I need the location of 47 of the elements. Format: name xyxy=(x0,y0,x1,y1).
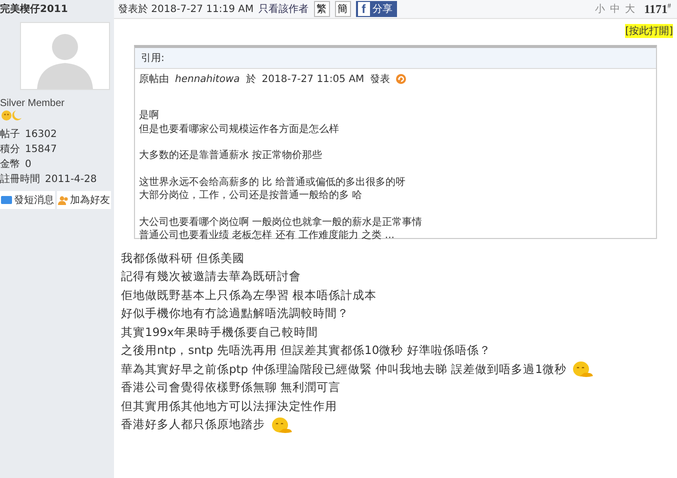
post-line: 但其實用係其他地方可以法揮決定性作用 xyxy=(121,398,337,414)
rank-badges-icon xyxy=(1,110,22,121)
post-line: 香港公司會覺得依樣野係無聊 無利潤可言 xyxy=(121,380,341,396)
quote-line: 是啊 xyxy=(139,109,160,122)
quote-line: 大部分岗位，工作，公司还是按普通一般给的多 哈 xyxy=(139,189,364,202)
quote-line: 但是也要看哪家公司规模运作各方面是怎么样 xyxy=(139,122,340,136)
quote-line: 大多数的还是靠普通薪水 按正常物价那些 xyxy=(139,149,324,162)
stat-label: 註冊時間 xyxy=(0,172,40,187)
stat-label: 金幣 xyxy=(0,158,20,172)
script-toggle-button[interactable]: 簡 xyxy=(334,1,351,17)
post-line: 佢地做既野基本上只係為左學習 根本唔係計成本 xyxy=(121,288,377,303)
envelope-icon xyxy=(1,196,12,204)
jump-arrow-icon[interactable] xyxy=(396,74,406,84)
quote-time: 2018-7-27 11:05 AM xyxy=(262,74,364,84)
post-line: 記得有幾次被邀請去華為既研討會 xyxy=(121,269,301,284)
member-rank: Silver Member xyxy=(0,98,64,109)
post-line: 之後用ntp，sntp 先唔洗再用 但誤差其實都係10微秒 好準啦係唔係？ xyxy=(121,343,491,358)
quote-line: 大公司也要看哪个岗位啊 一般岗位也就拿一般的薪水是正常事情 xyxy=(139,216,424,229)
stat-value: 0 xyxy=(25,158,32,172)
add-friend-button[interactable]: 加為好友 xyxy=(57,191,111,209)
send-message-button[interactable]: 發短消息 xyxy=(0,191,55,209)
post-line: 我都係做科研 但係美國 xyxy=(121,250,245,266)
post-line: 香港好多人都只係原地踏步 xyxy=(121,417,265,432)
stat-label: 帖子 xyxy=(0,128,20,142)
post-line: 好似手機你地有冇諗過點解唔洗調較時間？ xyxy=(121,306,349,322)
open-link[interactable]: [按此打開] xyxy=(625,24,673,38)
quote-line: 普通公司也要看业绩 老板怎样 还有 工作难度能力 之类 ... xyxy=(139,229,396,242)
people-icon xyxy=(58,196,68,204)
post-date: 發表於 2018-7-27 11:19 AM xyxy=(118,2,254,16)
avatar-icon xyxy=(20,22,110,90)
quote-line: 这世界永远不会给高薪多的 比 给普通或偏低的多出很多的呀 xyxy=(139,176,406,189)
quote-by: 原帖由 xyxy=(139,72,169,86)
username: 完美楔仔2011 xyxy=(0,2,68,16)
stat-value: 16302 xyxy=(25,128,57,142)
stat-value: 15847 xyxy=(25,143,57,157)
author-only-link[interactable]: 只看該作者 xyxy=(258,2,309,16)
post-number: 1171$^{#}$ xyxy=(644,2,671,16)
quote-at: 於 xyxy=(246,72,256,86)
quote-posted: 發表 xyxy=(370,72,390,86)
quote-title: 引用: xyxy=(135,48,656,69)
script-toggle-button[interactable]: 繁 xyxy=(314,1,330,17)
stat-value: 2011-4-28 xyxy=(45,173,97,187)
post-line: 其實199x年果時手機係要自己較時間 xyxy=(121,324,318,340)
quote-user: hennahitowa xyxy=(175,74,240,84)
facebook-share-button[interactable]: f 分享 xyxy=(356,1,397,17)
post-line: 華為其實好早之前係ptp 仲係理論階段已經做緊 仲叫我地去睇 誤差做到唔多過1微秒 xyxy=(121,362,566,377)
stat-label: 積分 xyxy=(0,142,20,157)
